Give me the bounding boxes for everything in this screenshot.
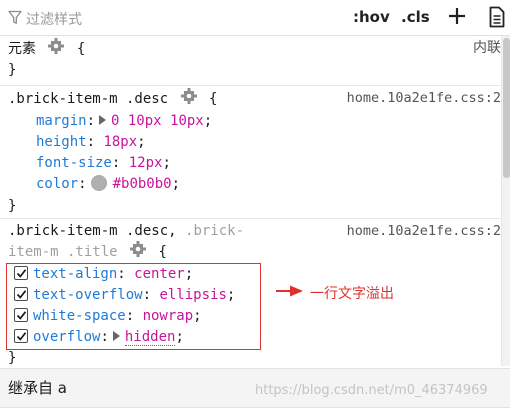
element-rule-header: 元素 { <box>8 38 85 58</box>
scrollbar-thumb[interactable] <box>503 38 510 178</box>
property-value[interactable]: 12px <box>129 155 163 171</box>
filter-placeholder: 过滤样式 <box>26 12 82 28</box>
annotation-arrow-icon <box>276 284 304 302</box>
declaration-height[interactable]: height: 18px; <box>36 132 146 152</box>
cls-button[interactable]: .cls <box>401 8 430 26</box>
annotation-highlight-box <box>6 263 261 350</box>
color-swatch[interactable] <box>90 174 107 191</box>
declaration-margin[interactable]: margin: 0 10px 10px; <box>36 111 212 131</box>
closing-brace: } <box>8 350 17 366</box>
filter-styles-input[interactable]: 过滤样式 <box>8 9 82 29</box>
desc-selector[interactable]: .brick-item-m .desc <box>8 91 168 107</box>
unmatched-selector[interactable]: item-m .title <box>8 244 118 260</box>
gear-icon[interactable] <box>130 241 147 263</box>
desc-rule-source[interactable]: home.10a2e1fe.css:2 <box>347 88 501 108</box>
add-rule-plus-icon[interactable] <box>447 6 467 30</box>
property-name[interactable]: font-size <box>36 155 112 171</box>
element-rule-source: 内联 <box>473 40 501 56</box>
expand-triangle-icon[interactable] <box>99 115 107 125</box>
declaration-font-size[interactable]: font-size: 12px; <box>36 153 171 173</box>
element-selector: 元素 <box>8 41 36 57</box>
title-rule-header: .brick-item-m .desc, .brick- <box>8 221 244 241</box>
matched-selector[interactable]: .brick-item-m .desc, <box>8 223 177 239</box>
rule-divider <box>0 218 501 219</box>
document-icon[interactable] <box>489 6 505 32</box>
closing-brace: } <box>8 198 17 214</box>
property-name[interactable]: margin <box>36 113 87 129</box>
property-value[interactable]: 18px <box>103 134 137 150</box>
title-rule-source[interactable]: home.10a2e1fe.css:2 <box>347 221 501 241</box>
vertical-scrollbar[interactable] <box>501 36 510 366</box>
gear-icon[interactable] <box>48 38 65 60</box>
annotation-text: 一行文字溢出 <box>310 286 394 302</box>
gear-icon[interactable] <box>180 88 197 110</box>
property-value[interactable]: #b0b0b0 <box>113 176 172 192</box>
unmatched-selector[interactable]: .brick- <box>185 223 244 239</box>
closing-brace: } <box>8 62 17 78</box>
declaration-color[interactable]: color: #b0b0b0; <box>36 174 180 194</box>
rule-divider <box>0 85 501 86</box>
property-name[interactable]: color <box>36 176 78 192</box>
hov-button[interactable]: :hov <box>353 8 390 26</box>
inherited-from-label: 继承自 a <box>8 379 67 397</box>
title-rule-header-cont: item-m .title { <box>8 241 167 261</box>
property-value[interactable]: 0 10px 10px <box>111 113 204 129</box>
watermark: https://blog.csdn.net/m0_46374969 <box>255 383 488 398</box>
rules-toolbar: 过滤样式 :hov .cls <box>0 0 510 36</box>
funnel-icon <box>8 10 22 29</box>
property-name[interactable]: height <box>36 134 87 150</box>
desc-rule-header: .brick-item-m .desc { <box>8 88 217 108</box>
